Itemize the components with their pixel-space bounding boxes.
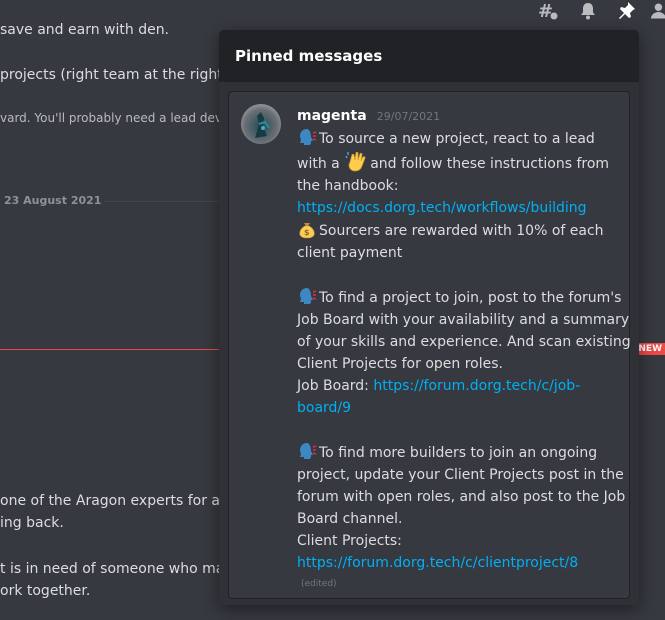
message-text: the handbook: (297, 178, 399, 194)
job-board-link[interactable]: https://forum.dorg.tech/c/job- (373, 378, 580, 394)
message-text: save and earn with den. (0, 22, 170, 38)
message-text: Client Projects: (297, 533, 402, 549)
client-projects-link[interactable]: https://forum.dorg.tech/c/clientproject/… (297, 552, 617, 574)
message-text: To find more builders to join an ongoing (319, 445, 598, 461)
message-text: Sourcers are rewarded with 10% of each (319, 223, 604, 239)
speaking-head-icon (300, 129, 317, 145)
job-board-link[interactable]: board/9 (297, 397, 617, 419)
svg-text:$: $ (304, 228, 310, 237)
message-text: of your skills and experience. And scan … (297, 334, 631, 350)
pin-icon[interactable] (614, 0, 638, 22)
message-text: Client Projects for open roles. (297, 356, 503, 372)
new-messages-divider (0, 349, 230, 350)
message-text: forum with open roles, and also post to … (297, 489, 626, 505)
message-text: To source a new project, react to a lead (319, 131, 595, 147)
threads-icon[interactable]: # (536, 0, 560, 22)
author-name[interactable]: magenta (297, 108, 367, 124)
pinned-messages-popup: Pinned messages magenta 29/07/2021 To so… (219, 30, 639, 605)
message-body: magenta 29/07/2021 To source a new proje… (297, 105, 631, 592)
message-text: with a (297, 156, 340, 172)
message-text: ing back. (0, 515, 64, 531)
message-text: and follow these instructions from (370, 156, 610, 172)
message-text: vard. You'll probably need a lead devel (0, 111, 233, 125)
handbook-link[interactable]: https://docs.dorg.tech/workflows/buildin… (297, 197, 617, 219)
waving-hand-icon (345, 151, 366, 172)
message-text: Board channel. (297, 511, 403, 527)
popup-title: Pinned messages (219, 30, 639, 82)
timestamp: 29/07/2021 (376, 110, 441, 123)
edited-label: (edited) (301, 579, 337, 589)
message-text: ork together. (0, 583, 91, 599)
message-text: Job Board with your availability and a s… (297, 312, 630, 328)
message-text: client payment (297, 245, 403, 261)
money-bag-icon: $ (299, 223, 315, 239)
bell-icon[interactable] (576, 0, 600, 22)
members-icon[interactable] (650, 0, 665, 22)
message-text: To find a project to join, post to the f… (319, 290, 622, 306)
message-text: projects (right team at the right tin (0, 67, 246, 83)
speaking-head-icon (300, 288, 317, 304)
message-text: project, update your Client Projects pos… (297, 467, 624, 483)
message-text: t is in need of someone who may l (0, 561, 241, 577)
svg-text:#: # (538, 1, 553, 21)
pinned-message-card[interactable]: magenta 29/07/2021 To source a new proje… (228, 91, 631, 599)
date-divider: 23 August 2021 (0, 194, 106, 207)
avatar[interactable] (241, 104, 281, 144)
message-text: one of the Aragon experts for ass (0, 493, 235, 509)
message-text: Job Board: (297, 378, 369, 394)
message-content: To source a new project, react to a lead… (297, 127, 631, 592)
speaking-head-icon (300, 443, 317, 459)
